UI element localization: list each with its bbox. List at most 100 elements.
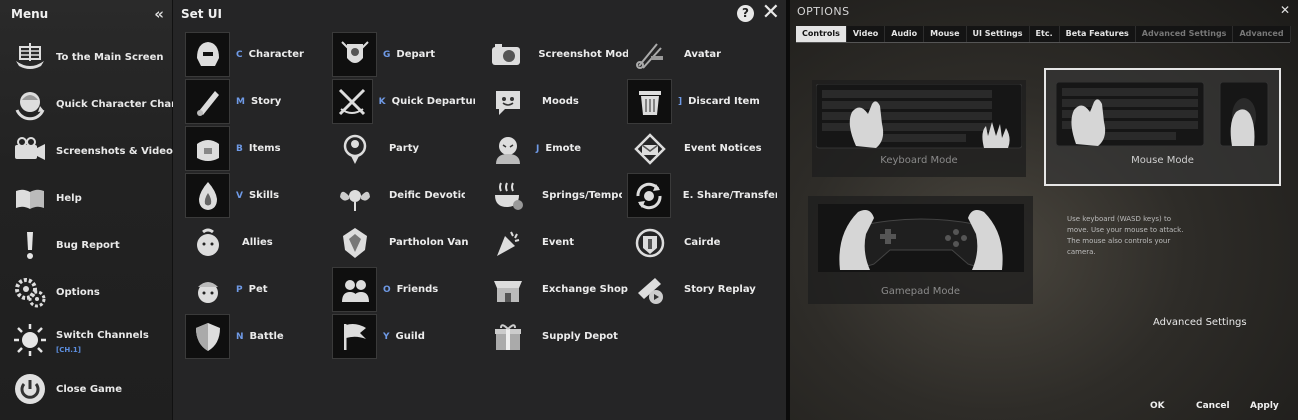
mouse-mode-label: Mouse Mode xyxy=(1131,155,1194,166)
tab-divider xyxy=(796,42,1290,43)
mouse-mode-option[interactable]: Mouse Mode xyxy=(1044,68,1281,186)
setui-item-avatar[interactable]: Avatar xyxy=(627,32,777,77)
menu-title: Menu xyxy=(11,7,49,21)
gift-icon xyxy=(485,314,530,359)
setui-item-springs[interactable]: Springs/Tempora xyxy=(485,173,628,218)
menu-item-bug-report[interactable]: Bug Report xyxy=(0,223,172,267)
setui-item-items[interactable]: B Items xyxy=(185,126,325,171)
setui-item-exchange-shop[interactable]: Exchange Shop xyxy=(485,267,628,312)
setui-item-battle[interactable]: N Battle xyxy=(185,314,325,359)
menu-item-options[interactable]: Options xyxy=(0,270,172,314)
setui-item-event-notices[interactable]: Event Notices xyxy=(627,126,777,171)
set-ui-title: Set UI xyxy=(181,7,222,21)
menu-item-help[interactable]: Help xyxy=(0,176,172,220)
hotkey-label: C xyxy=(236,49,243,60)
viking-ship-icon xyxy=(16,43,44,69)
setui-item-deific-devotion[interactable]: Deific Devotion ( xyxy=(332,173,475,218)
book-icon xyxy=(16,189,44,209)
crossed-swords-icon xyxy=(332,79,373,124)
ok-button[interactable]: OK xyxy=(1150,401,1165,411)
tab-controls[interactable]: Controls xyxy=(796,26,847,42)
scroll-icon xyxy=(185,79,230,124)
setui-item-guild[interactable]: Y Guild xyxy=(332,314,475,359)
menu-item-screenshots-videos[interactable]: Screenshots & Videos xyxy=(0,129,179,173)
shield-icon xyxy=(185,314,230,359)
setui-item-label: Cairde xyxy=(684,237,721,248)
setui-item-cairde[interactable]: Cairde xyxy=(627,220,777,265)
close-icon[interactable]: ✕ xyxy=(762,2,780,24)
setui-item-character[interactable]: C Character xyxy=(185,32,325,77)
cancel-button[interactable]: Cancel xyxy=(1196,401,1230,411)
menu-item-main-screen[interactable]: To the Main Screen xyxy=(0,35,172,79)
tab-mouse[interactable]: Mouse xyxy=(924,26,967,42)
hotkey-label: B xyxy=(236,143,243,154)
tab-advanced-settings[interactable]: Advanced Settings xyxy=(1135,26,1234,42)
setui-item-label: E. Share/Transfer xyxy=(682,190,777,201)
hotkey-label: J xyxy=(536,143,540,154)
setui-item-discard-item[interactable]: ] Discard Item xyxy=(627,79,777,124)
setui-item-label: Partholon Vangu xyxy=(389,237,469,248)
setui-item-label: Supply Depot xyxy=(542,331,618,342)
setui-item-party[interactable]: Party xyxy=(332,126,475,171)
double-chevron-left-icon[interactable]: « xyxy=(154,5,164,23)
menu-item-switch-channels[interactable]: Switch Channels [CH.1] xyxy=(0,318,172,362)
keyboard-mode-label: Keyboard Mode xyxy=(880,155,958,166)
setui-item-label: Items xyxy=(248,143,281,154)
friends-icon xyxy=(332,267,377,312)
tab-etc[interactable]: Etc. xyxy=(1029,26,1060,42)
setui-item-label: Guild xyxy=(395,331,425,342)
setui-item-story-replay[interactable]: Story Replay xyxy=(627,267,777,312)
flame-icon xyxy=(185,173,230,218)
setui-item-quick-departure[interactable]: K Quick Departure xyxy=(332,79,475,124)
keyboard-mode-option[interactable]: Keyboard Mode xyxy=(812,80,1026,177)
setui-item-supply-depot[interactable]: Supply Depot xyxy=(485,314,628,359)
setui-item-moods[interactable]: Moods xyxy=(485,79,628,124)
channel-badge: [CH.1] xyxy=(56,346,81,354)
main-menu-panel: Menu « To the Main Screen Quick Characte… xyxy=(0,0,192,420)
shop-icon xyxy=(485,267,530,312)
setui-item-label: Story xyxy=(250,96,282,107)
setui-item-label: Event xyxy=(542,237,575,248)
setui-item-label: Story Replay xyxy=(684,284,756,295)
hotkey-label: O xyxy=(383,284,391,295)
setui-item-pet[interactable]: P Pet xyxy=(185,267,325,312)
setui-item-screenshot-mode[interactable]: Screenshot Mode xyxy=(485,32,628,77)
setui-item-label: Springs/Tempora xyxy=(542,190,622,201)
tab-video[interactable]: Video xyxy=(846,26,886,42)
tab-beta-features[interactable]: Beta Features xyxy=(1059,26,1136,42)
hotkey-label: K xyxy=(378,96,386,107)
character-swap-icon xyxy=(15,92,45,121)
scissors-comb-icon xyxy=(627,32,672,77)
setui-item-e-share-transfer[interactable]: E. Share/Transfer xyxy=(627,173,777,218)
options-tabs: Controls Video Audio Mouse UI Settings E… xyxy=(796,26,1291,42)
setui-item-label: Exchange Shop xyxy=(542,284,628,295)
setui-item-emote[interactable]: J Emote xyxy=(485,126,628,171)
setui-item-label: Discard Item xyxy=(688,96,760,107)
setui-item-event[interactable]: Event xyxy=(485,220,628,265)
setui-item-partholon-vanguard[interactable]: Partholon Vangu xyxy=(332,220,475,265)
hotkey-label: G xyxy=(383,49,391,60)
keyboard-hands-icon xyxy=(816,84,1022,149)
options-window: OPTIONS ✕ Controls Video Audio Mouse UI … xyxy=(790,0,1298,420)
setui-item-label: Moods xyxy=(542,96,579,107)
setui-item-depart[interactable]: G Depart xyxy=(332,32,475,77)
setui-item-label: Avatar xyxy=(684,49,722,60)
tab-advanced[interactable]: Advanced xyxy=(1233,26,1291,42)
setui-item-allies[interactable]: Allies xyxy=(185,220,325,265)
setui-item-skills[interactable]: V Skills xyxy=(185,173,325,218)
menu-item-close-game[interactable]: Close Game xyxy=(0,367,172,411)
setui-item-story[interactable]: M Story xyxy=(185,79,325,124)
advanced-settings-button[interactable]: Advanced Settings xyxy=(1153,317,1247,328)
setui-item-label: Pet xyxy=(248,284,268,295)
gears-icon xyxy=(15,278,46,308)
tab-audio[interactable]: Audio xyxy=(885,26,925,42)
apply-button[interactable]: Apply xyxy=(1250,401,1279,411)
menu-item-quick-character-change[interactable]: Quick Character Change xyxy=(0,82,192,126)
help-icon[interactable]: ? xyxy=(737,5,754,22)
close-icon[interactable]: ✕ xyxy=(1280,3,1290,17)
sun-icon xyxy=(14,324,46,356)
tab-ui-settings[interactable]: UI Settings xyxy=(966,26,1030,42)
exclamation-icon xyxy=(27,232,33,259)
setui-item-friends[interactable]: O Friends xyxy=(332,267,475,312)
gamepad-mode-option[interactable]: Gamepad Mode xyxy=(808,196,1033,304)
